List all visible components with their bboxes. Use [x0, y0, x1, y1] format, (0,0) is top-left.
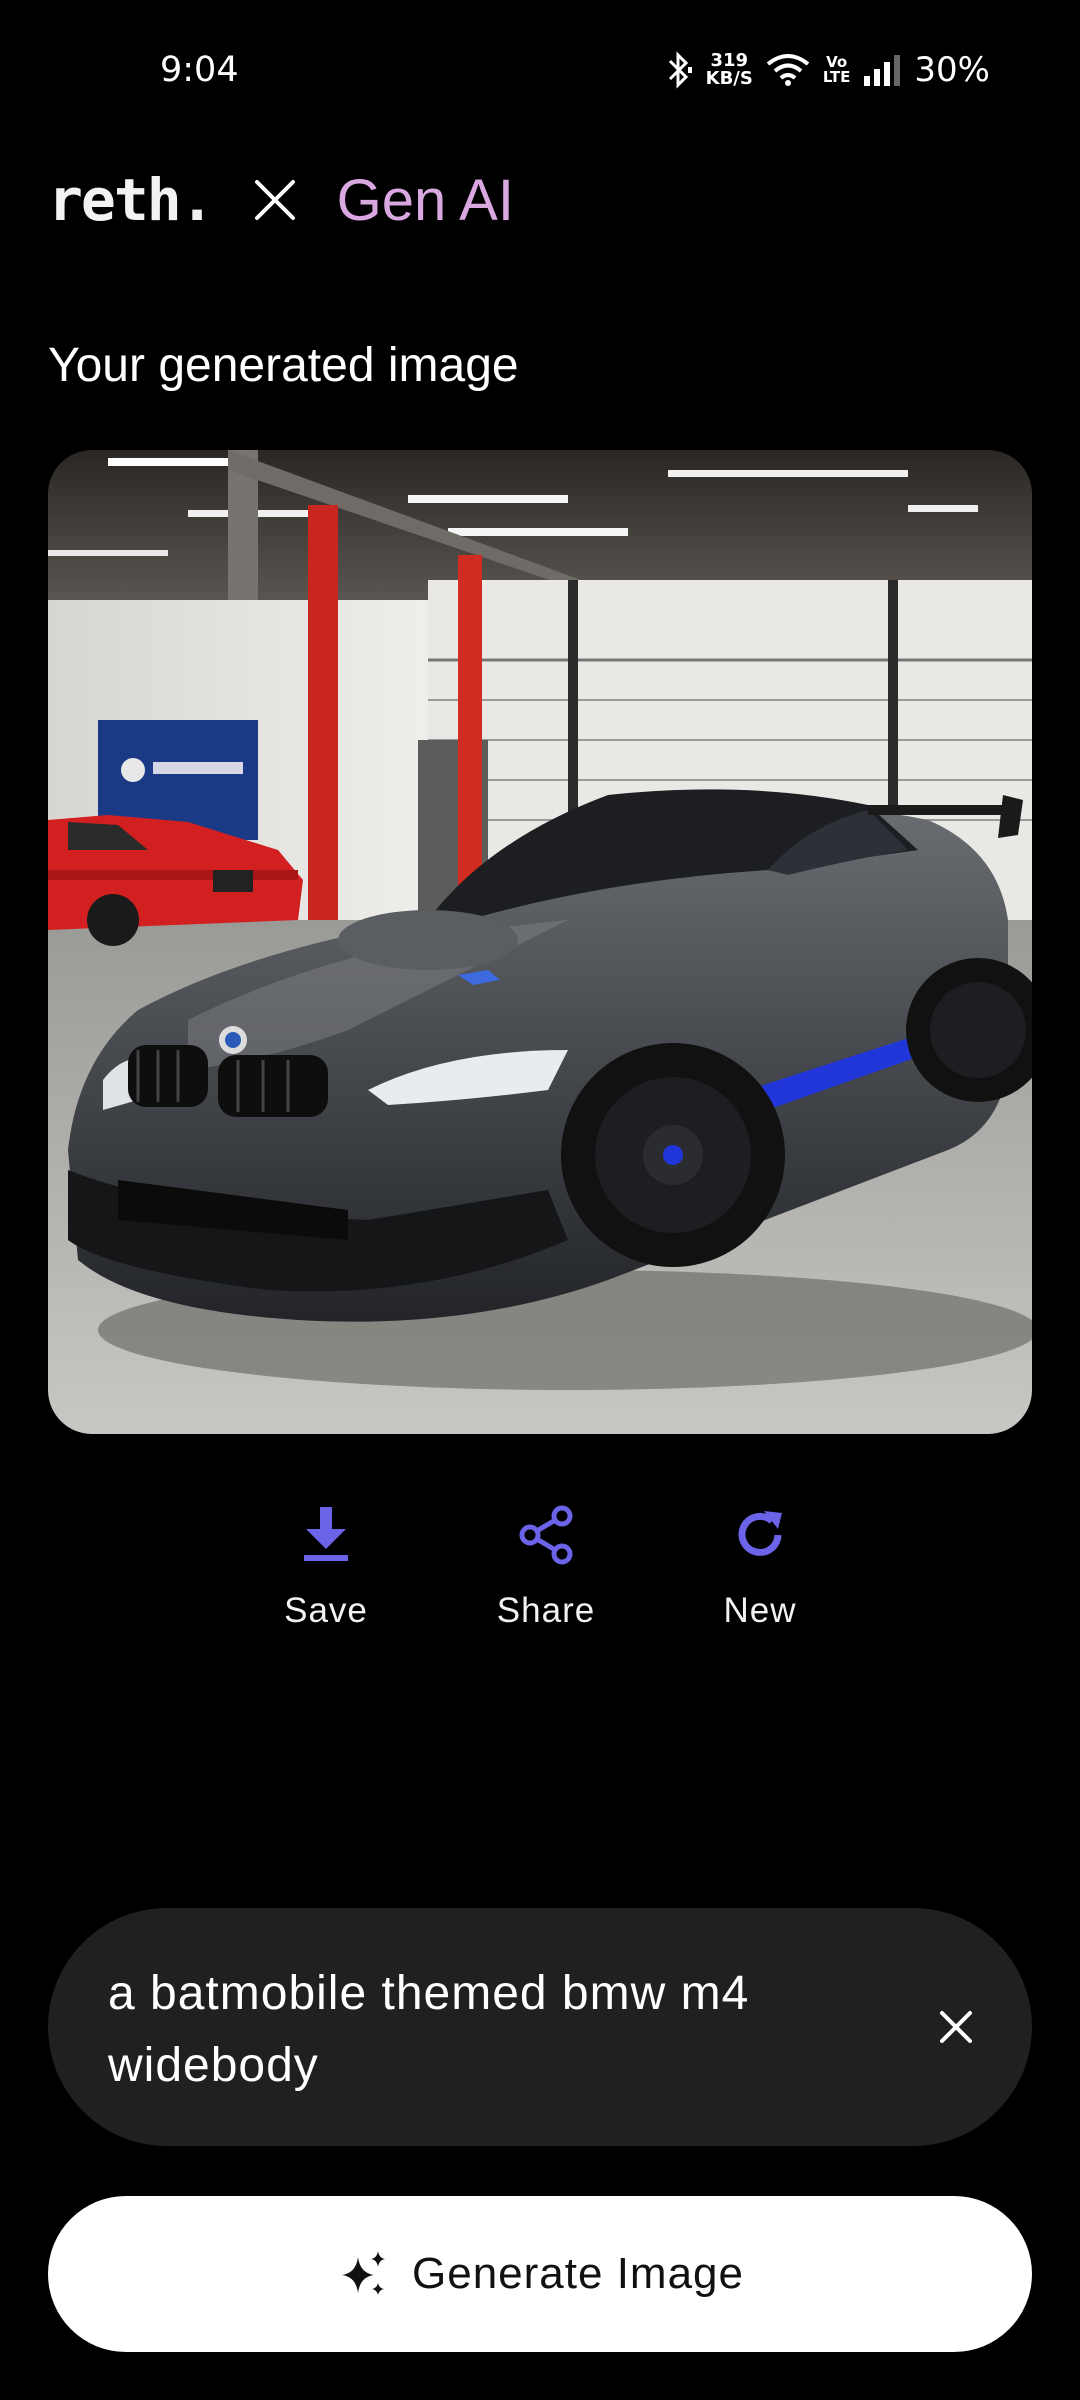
page-title: Your generated image — [48, 339, 519, 392]
close-x-icon — [254, 180, 295, 220]
close-icon — [940, 2011, 972, 2043]
clear-prompt-button[interactable] — [930, 2001, 982, 2053]
save-button[interactable]: Save — [246, 1505, 406, 1631]
status-bar: 9:04 319 KB/S Vo LTE 30% — [0, 0, 1080, 130]
sparkles-icon — [342, 2251, 386, 2295]
volte-indicator: Vo LTE — [823, 55, 851, 85]
network-speed-unit: KB/S — [705, 68, 753, 89]
download-icon — [304, 1507, 348, 1561]
prompt-field[interactable]: a batmobile themed bmw m4 widebody — [48, 1908, 1032, 2146]
share-label: Share — [496, 1591, 596, 1630]
new-label: New — [723, 1591, 797, 1630]
reth-logo: reth. — [48, 166, 215, 234]
partner-name: Gen AI — [336, 167, 514, 233]
volte-bottom: LTE — [822, 68, 851, 86]
new-button[interactable]: New — [680, 1505, 840, 1631]
status-time: 9:04 — [160, 50, 239, 90]
share-icon — [519, 1505, 573, 1565]
app-header: reth. Gen AI — [48, 165, 514, 235]
signal-icon — [864, 55, 901, 86]
share-button[interactable]: Share — [466, 1505, 626, 1631]
generate-label: Generate Image — [412, 2249, 744, 2298]
save-label: Save — [284, 1591, 368, 1630]
prompt-text[interactable]: a batmobile themed bmw m4 widebody — [108, 1958, 858, 2102]
image-actions: Save Share New — [0, 1505, 1080, 1645]
battery-percent: 30% — [914, 50, 990, 90]
network-speed: 319 KB/S — [706, 52, 753, 88]
wifi-icon — [766, 54, 810, 86]
status-icons: 319 KB/S Vo LTE 30% — [664, 48, 990, 92]
generate-image-button[interactable]: Generate Image — [48, 2196, 1032, 2352]
generated-image[interactable] — [48, 450, 1032, 1434]
generated-car-image — [48, 450, 1032, 1434]
bluetooth-icon — [668, 51, 692, 89]
refresh-icon — [738, 1511, 782, 1556]
